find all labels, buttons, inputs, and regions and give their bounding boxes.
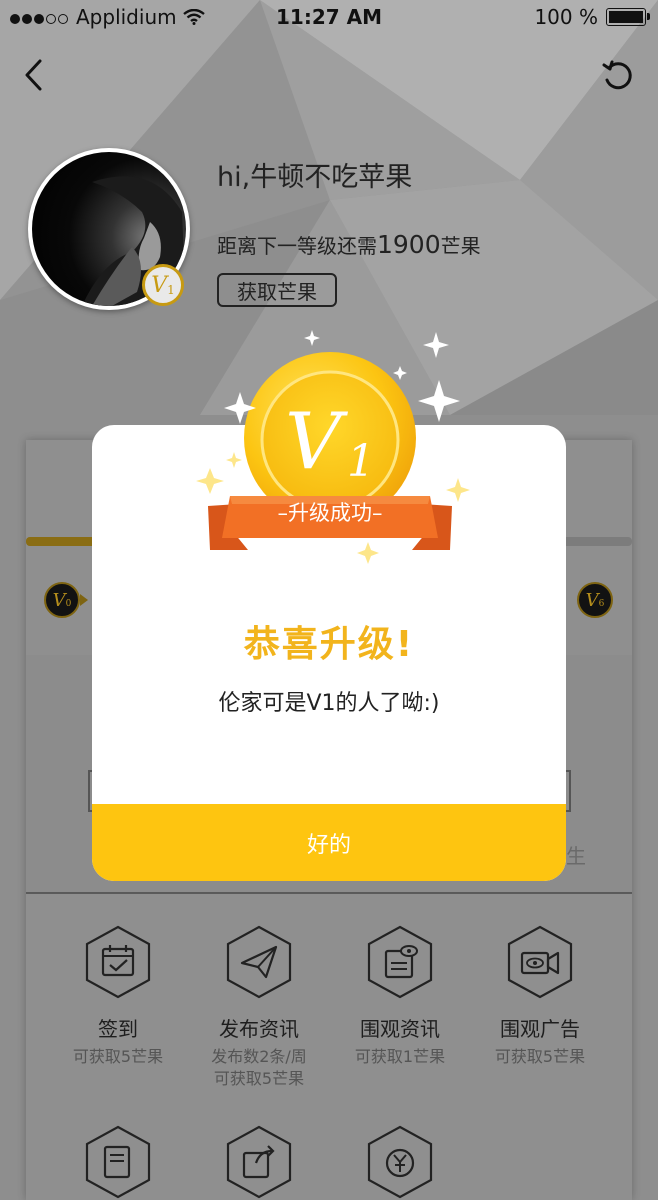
task-desc: 可获取5芒果 [72, 1047, 164, 1066]
yen-coin-icon [367, 1125, 433, 1199]
chevron-left-icon [25, 59, 42, 91]
status-bar: Applidium 11:27 AM 100 % [0, 0, 658, 34]
dialog-headline: 恭喜升级! [243, 624, 415, 665]
refresh-icon [602, 60, 632, 90]
task-row2-item1[interactable] [53, 1125, 183, 1199]
level-medal: V 1 [196, 330, 470, 564]
avatar-level-letter: V [151, 272, 168, 298]
ribbon-text: –升级成功– [277, 501, 383, 525]
pointer-icon [80, 594, 88, 606]
document-icon [85, 1125, 151, 1199]
level-end-letter: V [585, 589, 599, 611]
refresh-button[interactable] [600, 58, 636, 94]
video-eye-icon [507, 925, 573, 999]
task-title: 围观资讯 [360, 1017, 440, 1041]
next-level-amount: 1900 [377, 230, 441, 259]
paper-plane-icon [226, 925, 292, 999]
medal-level-number: 1 [347, 436, 375, 487]
level-start-number: 0 [65, 599, 72, 609]
back-button[interactable] [20, 58, 50, 92]
task-title: 签到 [98, 1017, 138, 1041]
get-mango-button[interactable]: 获取芒果 [217, 273, 337, 307]
section-divider [26, 892, 632, 894]
task-desc-line2: 可获取5芒果 [213, 1069, 305, 1088]
hidden-text: 生 [566, 844, 586, 868]
avatar-level-badge: V1 [142, 264, 184, 306]
level-start-letter: V [52, 589, 66, 611]
task-title: 发布资讯 [219, 1017, 299, 1041]
avatar-level-number: 1 [167, 283, 175, 297]
avatar[interactable]: V1 [28, 148, 190, 310]
dialog-message: 伦家可是V1的人了呦:) [218, 691, 440, 716]
task-publish-news[interactable]: 发布资讯 发布数2条/周 可获取5芒果 [194, 925, 324, 1090]
task-watch-news[interactable]: 围观资讯 可获取1芒果 [335, 925, 465, 1068]
level-end-number: 6 [598, 599, 605, 609]
task-checkin[interactable]: 签到 可获取5芒果 [53, 925, 183, 1068]
task-desc-line1: 发布数2条/周 [211, 1047, 307, 1066]
task-row2-item2[interactable] [194, 1125, 324, 1199]
battery-icon [606, 8, 650, 26]
task-row2-item3[interactable] [335, 1125, 465, 1199]
ok-button[interactable]: 好的 [92, 804, 566, 881]
news-eye-icon [367, 925, 433, 999]
level-start-badge: V0 [44, 582, 80, 618]
task-desc: 发布数2条/周 可获取5芒果 [194, 1046, 324, 1090]
level-progress-fill [26, 537, 96, 546]
task-watch-ads[interactable]: 围观广告 可获取5芒果 [475, 925, 605, 1068]
task-desc: 可获取5芒果 [494, 1047, 586, 1066]
task-title: 围观广告 [500, 1017, 580, 1041]
calendar-check-icon [85, 925, 151, 999]
next-level-prefix: 距离下一等级还需 [217, 234, 377, 258]
share-icon [226, 1125, 292, 1199]
medal-level-letter: V [285, 397, 348, 487]
next-level-suffix: 芒果 [440, 234, 481, 258]
user-greeting: hi,牛顿不吃苹果 [217, 162, 413, 193]
task-desc: 可获取1芒果 [354, 1047, 446, 1066]
next-level-info: 距离下一等级还需1900芒果 [217, 230, 481, 259]
level-end-badge: V6 [577, 582, 613, 618]
battery-percent: 100 % [534, 5, 598, 29]
